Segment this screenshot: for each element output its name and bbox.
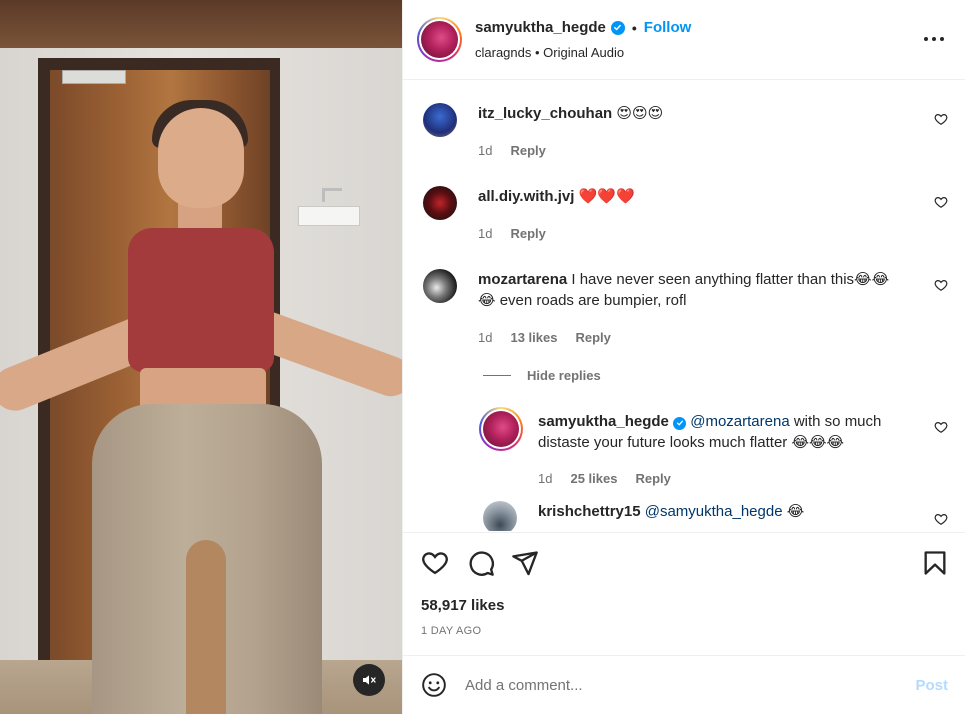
reply-button[interactable]: Reply [635, 471, 670, 486]
reply-author-avatar[interactable] [479, 407, 523, 451]
share-icon[interactable] [511, 549, 539, 577]
dancer-head [158, 108, 244, 208]
reply-body-line2: distaste your future looks much flatter … [538, 434, 845, 451]
comment-username[interactable]: all.diy.with.jvj [478, 188, 574, 205]
replies-divider [483, 375, 511, 376]
comment-body: ❤️❤️❤️ [578, 188, 635, 205]
hide-replies-label: Hide replies [527, 368, 601, 383]
reply-button[interactable]: Reply [510, 226, 545, 241]
bookmark-icon[interactable] [921, 549, 949, 577]
reply-button[interactable]: Reply [510, 143, 545, 158]
video-dancer [0, 0, 402, 714]
hide-replies-button[interactable]: Hide replies [483, 368, 601, 383]
comment-username[interactable]: mozartarena [478, 271, 567, 288]
comment-body: 😍😍😍 [616, 105, 664, 122]
comment-meta: 1d Reply [478, 143, 546, 158]
heart-icon[interactable] [421, 549, 449, 577]
comment-username[interactable]: itz_lucky_chouhan [478, 105, 612, 122]
commenter-avatar[interactable] [423, 186, 457, 220]
like-comment-heart-icon[interactable] [934, 278, 948, 292]
post-actions: 58,917 likes 1 DAY AGO [403, 532, 965, 656]
comment-text: itz_lucky_chouhan 😍😍😍 [478, 103, 663, 124]
follow-button[interactable]: Follow [644, 19, 692, 36]
post-header: samyuktha_hegde • Follow claragnds • Ori… [403, 0, 965, 80]
reply-username[interactable]: krishchettry15 [538, 503, 641, 520]
comment-likes[interactable]: 13 likes [510, 330, 557, 345]
audio-attribution[interactable]: claragnds • Original Audio [475, 45, 624, 60]
verified-badge-icon [673, 416, 687, 430]
dancer-top [128, 228, 274, 372]
reply-text: samyuktha_hegde @mozartarena with so muc… [538, 411, 888, 453]
reply-button[interactable]: Reply [575, 330, 610, 345]
add-comment-bar: Post [403, 655, 965, 714]
dancer-pants-gap [186, 540, 226, 714]
like-comment-heart-icon[interactable] [934, 420, 948, 434]
post-panel: samyuktha_hegde • Follow claragnds • Ori… [402, 0, 965, 714]
comment-icon[interactable] [467, 549, 495, 577]
reply-mention[interactable]: @samyuktha_hegde [645, 503, 783, 520]
comment-meta: 1d 13 likes Reply [478, 330, 611, 345]
header-separator: • [631, 19, 637, 36]
mute-icon [363, 675, 376, 685]
reply-meta: 1d 25 likes Reply [538, 471, 671, 486]
author-line: samyuktha_hegde • Follow [475, 19, 691, 36]
comment-time[interactable]: 1d [478, 226, 492, 241]
verified-badge-icon [610, 20, 625, 35]
author-avatar[interactable] [417, 17, 462, 62]
post-dialog: samyuktha_hegde • Follow claragnds • Ori… [0, 0, 965, 714]
comment-time[interactable]: 1d [478, 143, 492, 158]
reply-time[interactable]: 1d [538, 471, 552, 486]
commenter-avatar[interactable] [423, 269, 457, 303]
reply-body-line1: 😂 [782, 503, 805, 520]
commenter-avatar[interactable] [423, 103, 457, 137]
author-username[interactable]: samyuktha_hegde [475, 19, 606, 36]
post-date[interactable]: 1 DAY AGO [421, 625, 481, 637]
video-player[interactable] [0, 0, 402, 714]
emoji-icon[interactable] [421, 672, 447, 698]
comment-body-line2: 😂 even roads are bumpier, rofl [478, 292, 687, 309]
like-comment-heart-icon[interactable] [934, 195, 948, 209]
more-options-icon[interactable] [924, 30, 944, 48]
reply-author-avatar[interactable] [483, 501, 517, 531]
comment-meta: 1d Reply [478, 226, 546, 241]
comment-body-line1: I have never seen anything flatter than … [571, 271, 890, 288]
likes-count[interactable]: 58,917 likes [421, 597, 504, 614]
post-comment-button[interactable]: Post [915, 677, 948, 694]
comment-time[interactable]: 1d [478, 330, 492, 345]
like-comment-heart-icon[interactable] [934, 512, 948, 526]
reply-text: krishchettry15 @samyuktha_hegde 😂 [538, 501, 804, 522]
comment-text: mozartarena I have never seen anything f… [478, 269, 918, 311]
reply-mention[interactable]: @mozartarena [690, 413, 789, 430]
comments-list[interactable]: itz_lucky_chouhan 😍😍😍 1d Reply all.diy.w… [403, 81, 965, 531]
comment-input[interactable] [465, 672, 895, 698]
reply-likes[interactable]: 25 likes [570, 471, 617, 486]
comment-text: all.diy.with.jvj ❤️❤️❤️ [478, 186, 635, 207]
like-comment-heart-icon[interactable] [934, 112, 948, 126]
mute-button[interactable] [353, 664, 385, 696]
reply-body-line1: with so much [789, 413, 882, 430]
reply-username[interactable]: samyuktha_hegde [538, 413, 669, 430]
